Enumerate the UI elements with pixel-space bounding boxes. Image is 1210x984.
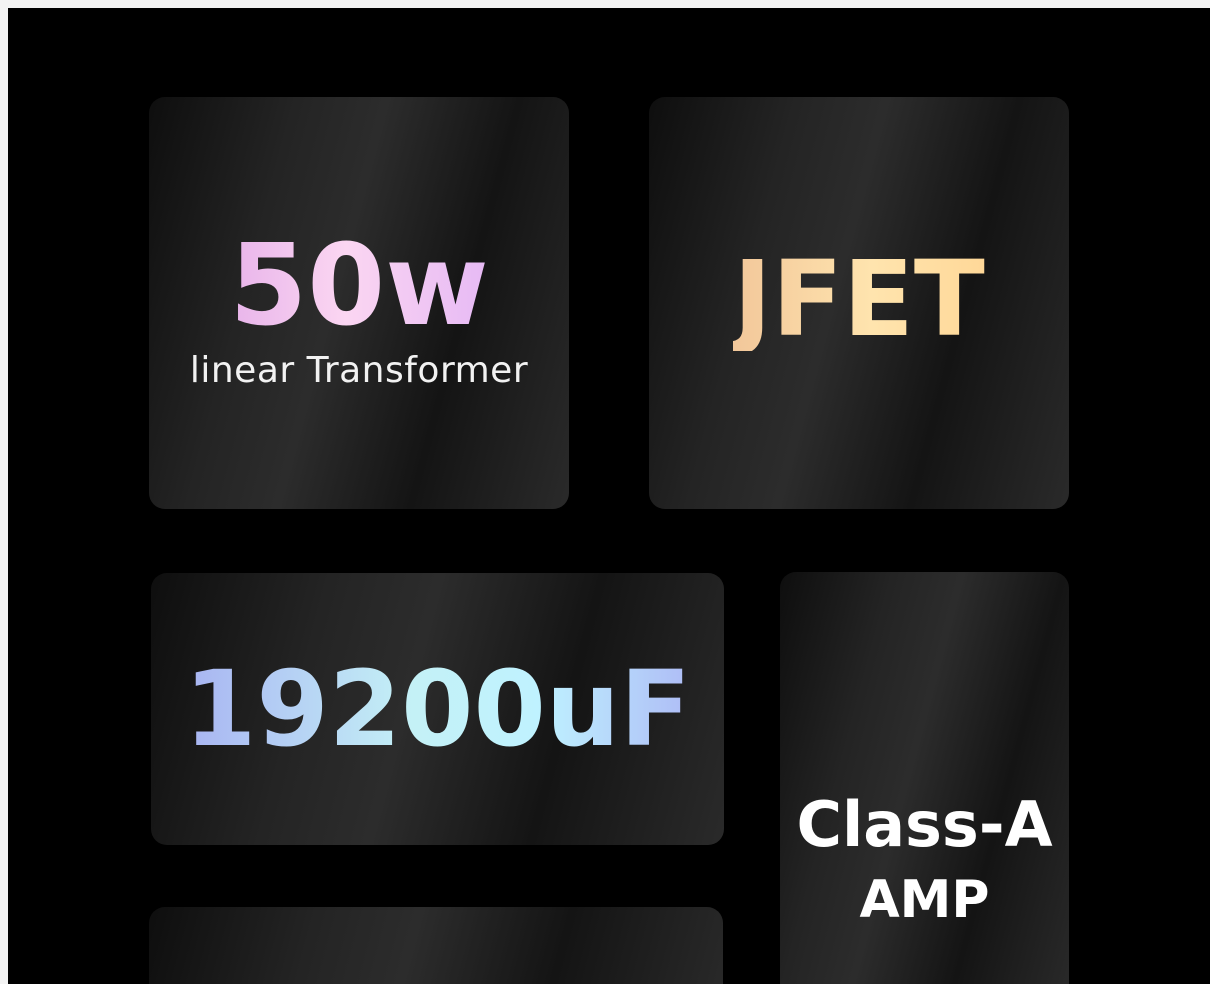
jfet-card: JFET <box>649 97 1069 509</box>
feature-panel: 50w linear Transformer JFET 19200uF Clas… <box>8 8 1210 984</box>
partial-card <box>149 907 723 984</box>
jfet-label: JFET <box>733 238 985 360</box>
power-value: 50w <box>229 220 489 351</box>
amp-label: AMP <box>859 870 990 930</box>
amp-class-label: Class-A <box>796 788 1053 861</box>
amp-card: Class-A AMP <box>780 572 1069 984</box>
capacitance-value: 19200uF <box>184 648 691 770</box>
power-subtitle: linear Transformer <box>189 349 529 391</box>
power-card: 50w linear Transformer <box>149 97 569 509</box>
capacitance-card: 19200uF <box>151 573 724 845</box>
